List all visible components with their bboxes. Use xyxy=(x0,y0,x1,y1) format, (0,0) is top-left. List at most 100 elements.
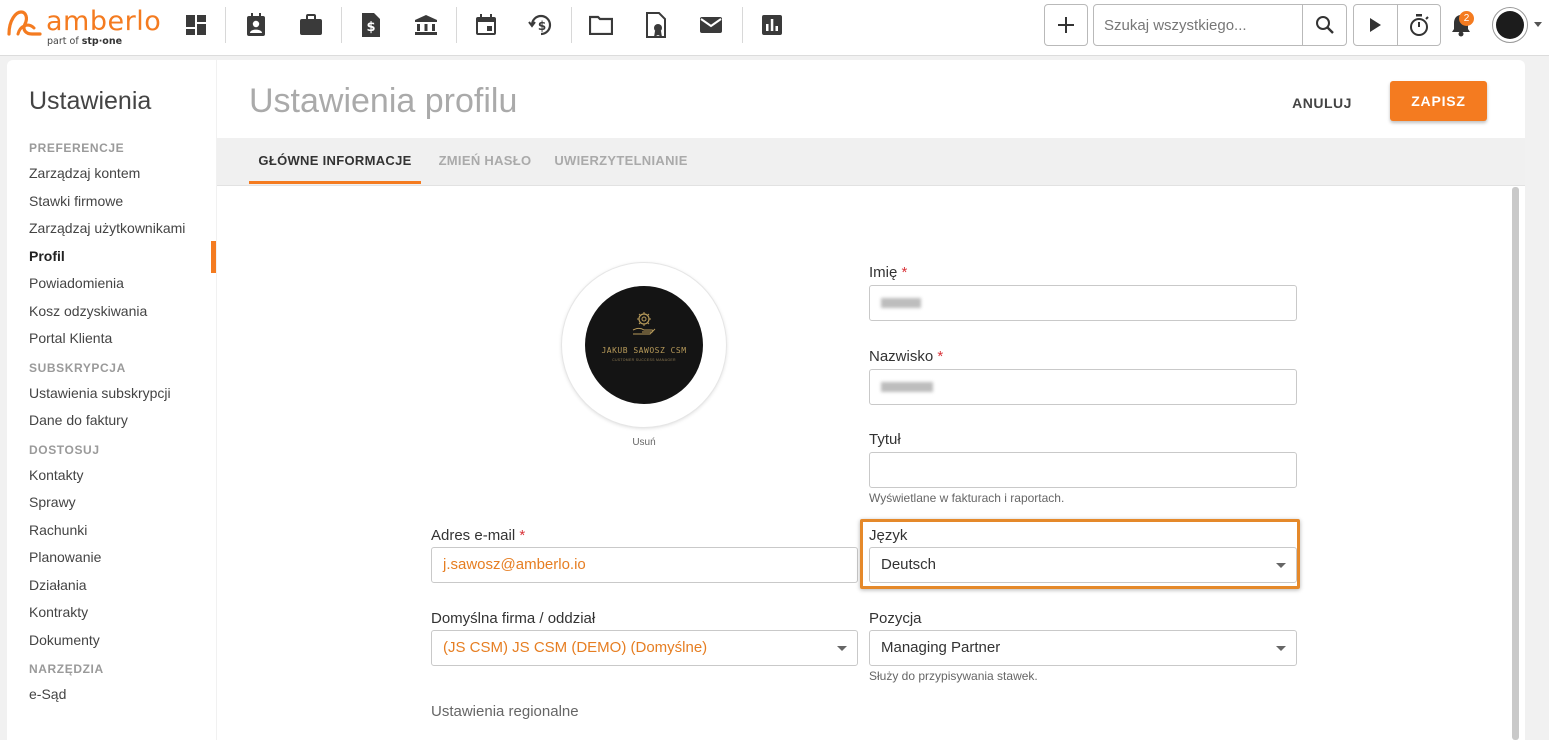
mail-icon[interactable] xyxy=(696,10,726,40)
sidebar-item-contracts[interactable]: Kontrakty xyxy=(7,599,216,627)
notifications-badge: 2 xyxy=(1459,11,1474,26)
position-label: Pozycja xyxy=(869,610,922,627)
search-icon xyxy=(1316,16,1334,34)
tab-authentication[interactable]: UWIERZYTELNIANIE xyxy=(551,138,691,184)
required-marker: * xyxy=(901,264,908,281)
profile-photo[interactable]: JAKUB SAWOSZ CSM CUSTOMER SUCCESS MANAGE… xyxy=(562,263,726,427)
logo-mark-icon xyxy=(7,10,42,36)
sidebar-item-activities[interactable]: Działania xyxy=(7,572,216,600)
logo-wordmark: amberlo xyxy=(46,6,162,37)
add-button[interactable] xyxy=(1044,4,1088,46)
stopwatch-icon xyxy=(1409,14,1429,36)
language-select-value: Deutsch xyxy=(881,556,937,573)
stopwatch-button[interactable] xyxy=(1398,5,1441,45)
required-marker: * xyxy=(937,348,944,365)
sidebar-item-matters[interactable]: Sprawy xyxy=(7,489,216,517)
amberlo-logo[interactable]: amberlo part of stp·one xyxy=(6,4,166,50)
sidebar-item-firm-rates[interactable]: Stawki firmowe xyxy=(7,188,216,216)
sidebar-item-manage-users[interactable]: Zarządzaj użytkownikami xyxy=(7,215,216,243)
sidebar-item-client-portal[interactable]: Portal Klienta xyxy=(7,325,216,353)
search-input[interactable] xyxy=(1094,5,1302,45)
nav-divider xyxy=(341,7,342,43)
timer-controls xyxy=(1353,4,1441,46)
tab-main-info[interactable]: GŁÓWNE INFORMACJE xyxy=(249,138,421,184)
sidebar-item-billing-details[interactable]: Dane do faktury xyxy=(7,407,216,435)
sidebar-section-customize: DOSTOSUJ xyxy=(29,442,100,457)
sidebar-item-e-court[interactable]: e-Sąd xyxy=(7,681,216,709)
first-name-label-text: Imię xyxy=(869,264,898,281)
logo-sub-brand: stp·one xyxy=(81,36,123,47)
page-title: Ustawienia profilu xyxy=(249,82,518,120)
last-name-field[interactable] xyxy=(869,369,1297,405)
nav-divider xyxy=(571,7,572,43)
title-hint: Wyświetlane w fakturach i raportach. xyxy=(869,491,1065,505)
calendar-icon[interactable] xyxy=(471,10,501,40)
gear-hand-icon xyxy=(632,312,656,335)
folder-icon[interactable] xyxy=(586,10,616,40)
sidebar-item-documents[interactable]: Dokumenty xyxy=(7,627,216,655)
email-label: Adres e-mail * xyxy=(431,527,525,544)
profile-photo-image: JAKUB SAWOSZ CSM CUSTOMER SUCCESS MANAGE… xyxy=(585,286,703,404)
tab-bar: GŁÓWNE INFORMACJE ZMIEŃ HASŁO UWIERZYTEL… xyxy=(217,138,1525,186)
default-firm-select[interactable]: (JS CSM) JS CSM (DEMO) (Domyślne) xyxy=(431,630,858,666)
sidebar-section-preferences: PREFERENCJE xyxy=(29,141,125,155)
dropdown-arrow-icon xyxy=(837,646,847,651)
invoice-icon[interactable]: $ xyxy=(356,10,386,40)
chevron-down-icon[interactable] xyxy=(1534,22,1542,27)
time-history-icon[interactable]: $ xyxy=(526,10,556,40)
cancel-button[interactable]: ANULUJ xyxy=(1282,88,1362,118)
first-name-label: Imię * xyxy=(869,264,907,281)
email-label-text: Adres e-mail xyxy=(431,527,516,544)
play-icon xyxy=(1370,18,1382,32)
dashboard-icon[interactable] xyxy=(181,10,211,40)
last-name-label: Nazwisko * xyxy=(869,348,943,365)
tab-change-password[interactable]: ZMIEŃ HASŁO xyxy=(431,138,539,184)
svg-text:$: $ xyxy=(366,20,375,35)
required-marker: * xyxy=(519,527,526,544)
sidebar-item-subscription-settings[interactable]: Ustawienia subskrypcji xyxy=(7,380,216,408)
avatar-image xyxy=(1496,11,1524,39)
regional-settings-heading: Ustawienia regionalne xyxy=(431,703,579,720)
sidebar-menu: PREFERENCJE Zarządzaj kontem Stawki firm… xyxy=(7,133,216,709)
sidebar-item-bills[interactable]: Rachunki xyxy=(7,517,216,545)
settings-sidebar: Ustawienia PREFERENCJE Zarządzaj kontem … xyxy=(7,60,216,740)
scrollbar[interactable] xyxy=(1512,187,1519,740)
sidebar-item-manage-account[interactable]: Zarządzaj kontem xyxy=(7,160,216,188)
language-select[interactable]: Deutsch xyxy=(869,547,1297,583)
play-button[interactable] xyxy=(1354,5,1398,45)
title-field[interactable] xyxy=(869,452,1297,488)
save-button[interactable]: ZAPISZ xyxy=(1390,81,1487,121)
top-bar: amberlo part of stp·one $ $ Szukaj wszys… xyxy=(0,0,1549,56)
search-box xyxy=(1093,4,1347,46)
sidebar-title: Ustawienia xyxy=(29,87,152,115)
last-name-label-text: Nazwisko xyxy=(869,348,934,365)
sidebar-item-notifications[interactable]: Powiadomienia xyxy=(7,270,216,298)
remove-photo-link[interactable]: Usuń xyxy=(622,437,666,448)
briefcase-icon[interactable] xyxy=(296,10,326,40)
first-name-field[interactable] xyxy=(869,285,1297,321)
default-firm-select-value: (JS CSM) JS CSM (DEMO) (Domyślne) xyxy=(443,639,708,656)
nav-divider xyxy=(742,7,743,43)
plus-icon xyxy=(1058,17,1074,33)
bank-icon[interactable] xyxy=(411,10,441,40)
position-hint: Służy do przypisywania stawek. xyxy=(869,669,1038,683)
logo-sub-prefix: part of xyxy=(47,36,79,47)
position-select[interactable]: Managing Partner xyxy=(869,630,1297,666)
redacted-value xyxy=(881,298,921,308)
default-firm-label: Domyślna firma / oddział xyxy=(431,610,596,627)
sidebar-item-contacts[interactable]: Kontakty xyxy=(7,462,216,490)
contacts-icon[interactable] xyxy=(241,10,271,40)
certificate-icon[interactable] xyxy=(641,10,671,40)
nav-divider xyxy=(456,7,457,43)
sidebar-section-subscription: SUBSKRYPCJA xyxy=(29,360,126,375)
sidebar-item-planning[interactable]: Planowanie xyxy=(7,544,216,572)
reports-icon[interactable] xyxy=(757,10,787,40)
search-button[interactable] xyxy=(1302,5,1347,45)
sidebar-item-recycle-bin[interactable]: Kosz odzyskiwania xyxy=(7,298,216,326)
sidebar-item-profile[interactable]: Profil xyxy=(7,240,216,272)
email-field[interactable]: j.sawosz@amberlo.io xyxy=(431,547,858,583)
title-label: Tytuł xyxy=(869,431,901,448)
sidebar-section-tools: NARZĘDZIA xyxy=(29,662,104,676)
user-avatar[interactable] xyxy=(1492,7,1528,43)
dropdown-arrow-icon xyxy=(1276,646,1286,651)
